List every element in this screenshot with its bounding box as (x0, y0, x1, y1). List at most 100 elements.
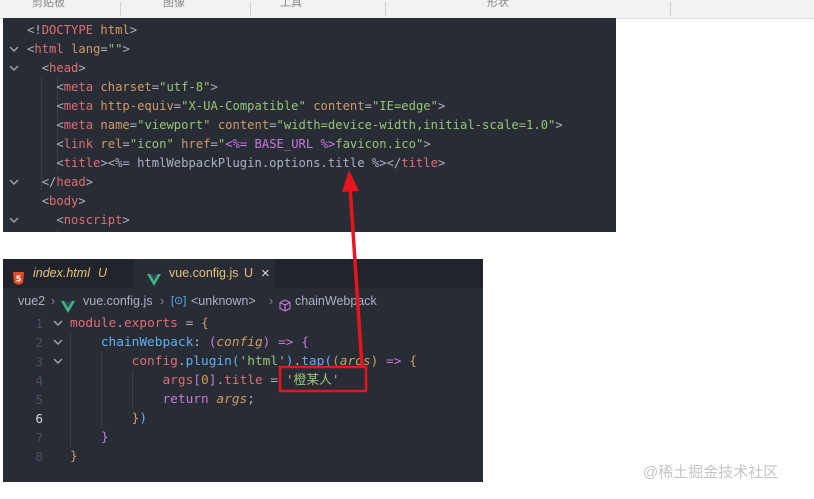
breadcrumb-root[interactable]: vue2 (18, 288, 45, 314)
line-number: 1 (35, 316, 43, 331)
code-line[interactable]: } (70, 428, 109, 447)
code-token: plugin (185, 354, 232, 369)
code-token: => (386, 354, 402, 369)
code-line[interactable]: module.exports = { (70, 314, 209, 333)
code-token: : (193, 335, 209, 350)
code-token: . (216, 373, 225, 388)
code-token: = (129, 118, 138, 132)
ribbon-label-image[interactable]: 图像 (163, 0, 185, 10)
breadcrumb-scope[interactable]: <unknown> (191, 288, 256, 314)
code-token: "utf-8" (159, 80, 211, 94)
breadcrumb-symbol[interactable]: chainWebpack (295, 288, 377, 314)
code-token: rel (100, 137, 123, 151)
code-token: </ (386, 156, 402, 170)
fold-chevron-icon[interactable] (53, 352, 65, 371)
line-number: 4 (35, 373, 43, 388)
line-number: 5 (35, 392, 43, 407)
code-line[interactable]: <meta charset="utf-8"> (27, 78, 217, 97)
code-line[interactable]: <meta http-equiv = "X-UA-Compatible" conte… (27, 97, 445, 116)
close-icon[interactable]: × (261, 259, 270, 288)
fold-chevron-icon[interactable] (53, 333, 65, 352)
fold-chevron-icon[interactable] (9, 40, 21, 59)
tab-index-html[interactable]: 5 index.html U (3, 259, 133, 288)
code-token: < (56, 80, 64, 94)
code-line[interactable]: </head> (27, 173, 93, 192)
code-token: = (210, 137, 218, 151)
watermark-text: @稀土掘金技术社区 (643, 464, 779, 481)
tab-vue-config-js[interactable]: vue.config.js U × (134, 259, 275, 288)
code-line[interactable]: <head> (27, 59, 86, 78)
ribbon-label-tools[interactable]: 工具 (280, 0, 302, 10)
code-line[interactable]: <body> (27, 192, 86, 211)
js-code-editor[interactable]: 5 index.html U vue.config.js U × vue2 › … (3, 259, 483, 482)
code-token: > (78, 61, 86, 75)
code-line[interactable]: } (70, 447, 78, 466)
code-token: title (401, 156, 438, 170)
code-token: . (116, 316, 124, 331)
code-token: > (129, 23, 138, 37)
code-token: < (41, 194, 50, 208)
code-token: = (364, 99, 372, 113)
code-token: title (224, 373, 263, 388)
editor-tab-bar: 5 index.html U vue.config.js U × (3, 259, 483, 288)
fold-chevron-icon[interactable] (9, 59, 21, 78)
code-line[interactable]: <link rel="icon" href="<%= BASE_URL %>fa… (27, 135, 430, 154)
code-token: body (49, 194, 79, 208)
line-number: 2 (35, 335, 43, 350)
code-line[interactable]: <!DOCTYPE html> (27, 21, 137, 40)
code-token: ) (285, 354, 294, 369)
code-line[interactable]: <title><%= htmlWebpackPlugin.options.tit… (27, 154, 445, 173)
code-token: => (278, 335, 294, 350)
code-token: return (162, 392, 209, 407)
code-token: exports (123, 316, 178, 331)
svg-text:5: 5 (16, 275, 22, 284)
fold-chevron-icon[interactable] (53, 314, 65, 333)
html-code-editor[interactable]: <!DOCTYPE html> <html lang=""> <head> <m… (3, 18, 616, 232)
code-line[interactable]: }) (70, 409, 147, 428)
line-number: 8 (35, 449, 43, 464)
ribbon-label-shapes[interactable]: 形状 (487, 0, 509, 10)
code-line[interactable]: chainWebpack: (config) => { (70, 333, 309, 352)
code-token: args (339, 354, 371, 369)
code-token: html (100, 23, 130, 37)
code-token: favicon.ico" (335, 137, 424, 151)
code-token: "viewport" (137, 118, 211, 132)
chevron-right-icon: › (51, 294, 56, 308)
code-line[interactable]: <noscript> (27, 211, 129, 230)
code-line[interactable]: return args; (70, 390, 255, 409)
code-line[interactable]: <html lang=""> (27, 40, 130, 59)
code-token: { (409, 354, 417, 369)
code-line[interactable]: <meta name="viewport" content="width=dev… (27, 116, 562, 135)
code-token: meta (63, 80, 94, 94)
ribbon-label-clipboard[interactable]: 剪贴板 (32, 0, 65, 10)
code-token: < (56, 137, 64, 151)
breadcrumb-file[interactable]: vue.config.js (83, 288, 152, 314)
code-token: <! (27, 23, 42, 37)
code-token: "IE=edge" (371, 99, 438, 113)
code-token: ( (332, 354, 340, 369)
code-token: > (78, 194, 86, 208)
code-token: 0 (201, 373, 209, 388)
code-token: = (122, 137, 130, 151)
code-token: > (437, 99, 446, 113)
fold-chevron-icon[interactable] (9, 211, 21, 230)
chevron-right-icon: › (269, 294, 274, 308)
braces-icon: [⊙] (171, 295, 187, 307)
tab-label: vue.config.js (169, 266, 239, 280)
code-token: head (56, 175, 86, 189)
code-token: > (437, 156, 446, 170)
code-token: ) (139, 411, 148, 426)
fold-chevron-icon[interactable] (9, 173, 21, 192)
code-line[interactable]: config.plugin('html').tap((args) => { (70, 352, 417, 371)
code-line[interactable]: args[0].title = '橙某人' (70, 371, 339, 390)
